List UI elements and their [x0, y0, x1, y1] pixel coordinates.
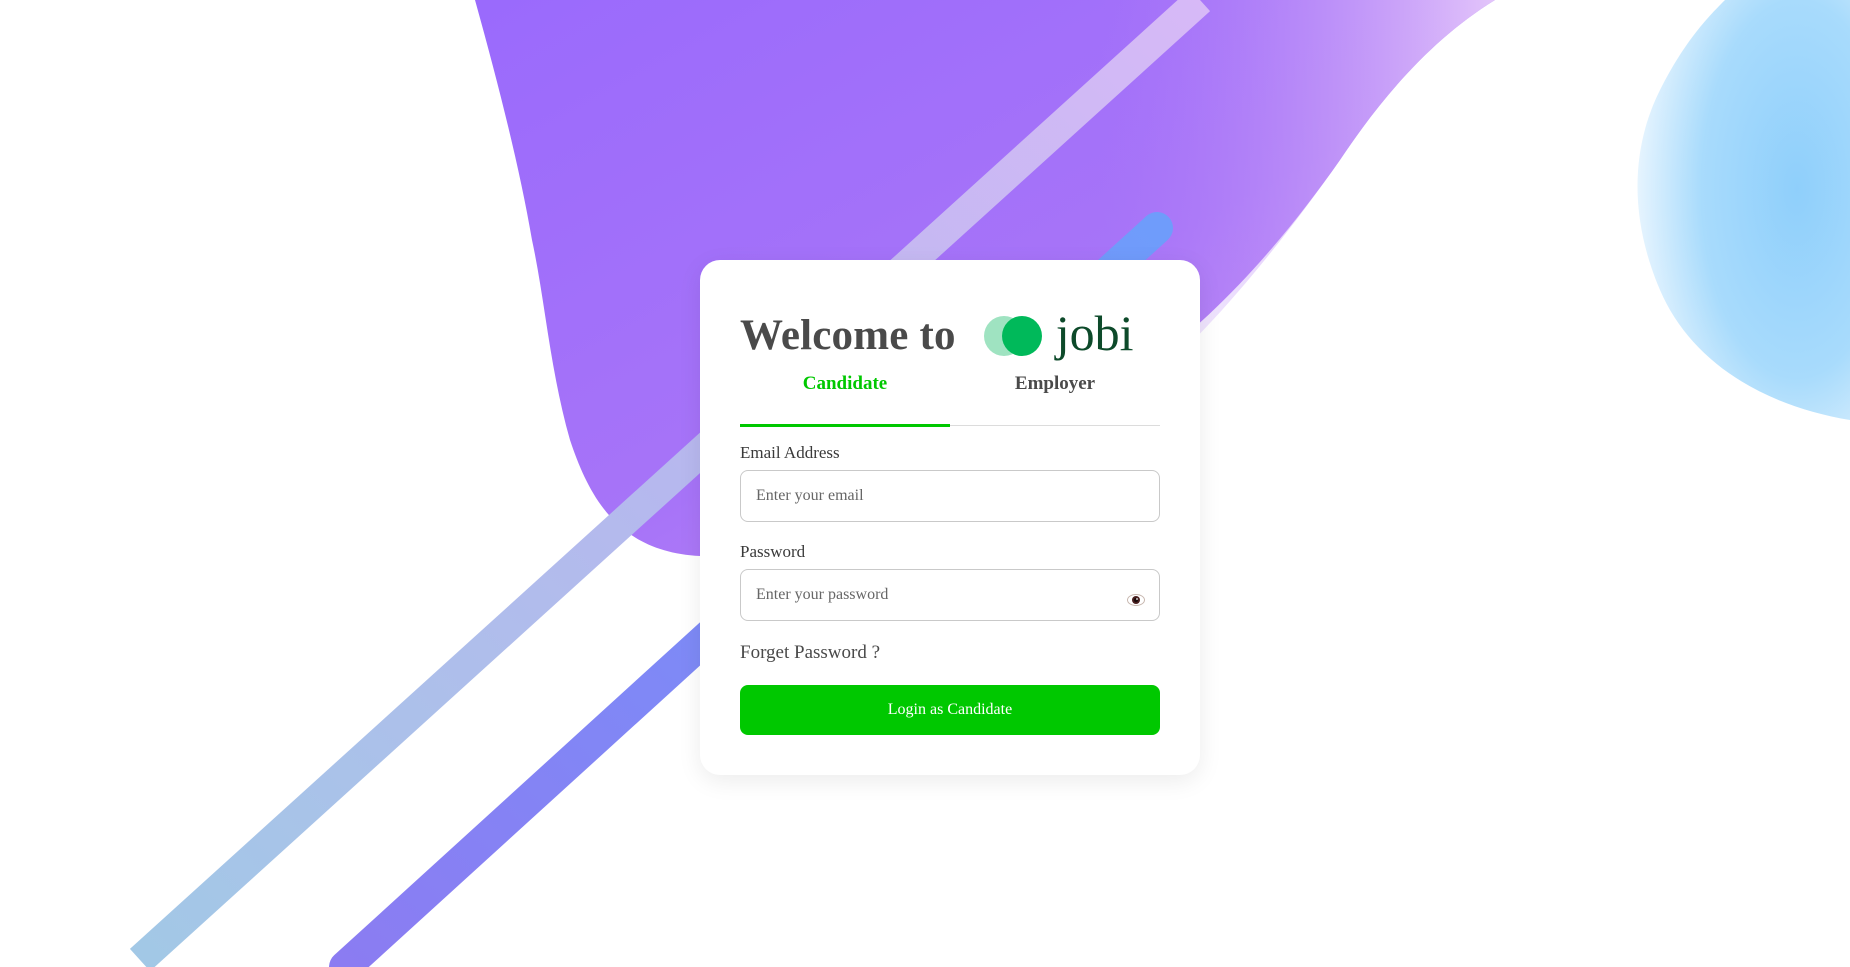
forget-password-link[interactable]: Forget Password ? — [740, 642, 880, 664]
email-label: Email Address — [740, 443, 840, 462]
welcome-header: Welcome to jobi — [740, 300, 1134, 370]
password-field-wrapper — [740, 569, 1160, 621]
logo-dark-circle — [1001, 316, 1042, 356]
double-circle-logo-icon — [983, 314, 1044, 356]
email-field[interactable] — [741, 471, 1159, 521]
login-card: Welcome to jobi Candidate Employer Email… — [700, 260, 1200, 775]
email-field-wrapper — [740, 470, 1160, 522]
logo-wordmark: jobi — [1055, 305, 1134, 361]
password-label: Password — [740, 542, 806, 561]
tab-employer[interactable]: Employer — [950, 373, 1160, 425]
blue-blob-shape — [1637, 0, 1850, 420]
jobi-logo: jobi — [983, 305, 1134, 361]
tab-candidate[interactable]: Candidate — [740, 373, 950, 427]
eye-icon[interactable] — [1127, 594, 1145, 606]
role-tabs: Candidate Employer — [740, 373, 1160, 427]
password-field[interactable] — [741, 570, 1159, 620]
welcome-heading: Welcome to — [740, 311, 956, 359]
login-page: Welcome to jobi Candidate Employer Email… — [0, 0, 1850, 967]
login-button[interactable]: Login as Candidate — [740, 685, 1160, 735]
